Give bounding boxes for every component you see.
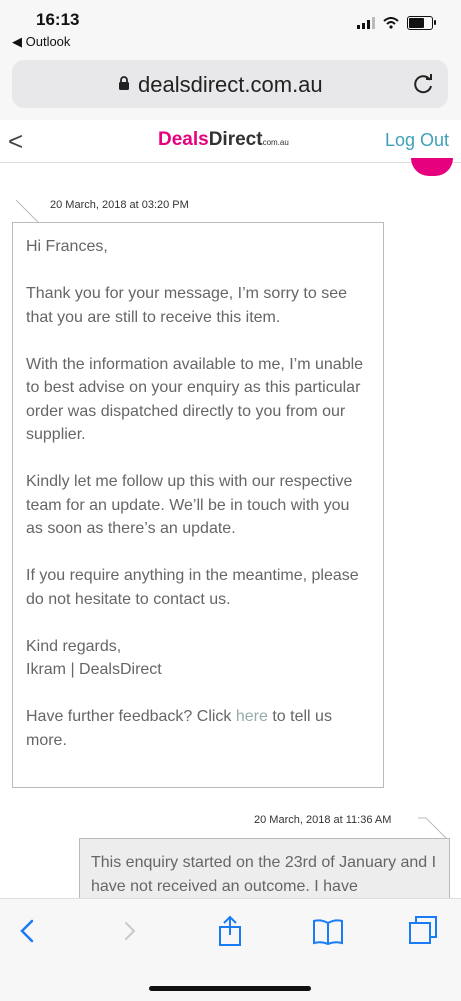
logout-link[interactable]: Log Out	[385, 130, 449, 151]
browser-address-area: dealsdirect.com.au	[0, 56, 461, 120]
message-paragraph: Kindly let me follow up this with our re…	[26, 473, 353, 537]
message-timestamp: 20 March, 2018 at 03:20 PM	[50, 199, 189, 211]
status-icons	[357, 16, 436, 30]
address-url: dealsdirect.com.au	[138, 72, 323, 97]
status-bar: 16:13 ◀ Outlook	[0, 0, 461, 56]
lock-icon	[119, 76, 129, 90]
message-body: This enquiry started on the 23rd of Janu…	[91, 854, 437, 895]
message-paragraph: Thank you for your message, I’m sorry to…	[26, 285, 348, 326]
site-header: < DealsDirectcom.au Log Out	[0, 120, 461, 163]
message-paragraph: Hi Frances,	[26, 238, 108, 255]
feedback-here-link[interactable]: here	[236, 708, 268, 725]
tabs-icon[interactable]	[408, 915, 440, 947]
address-bar[interactable]: dealsdirect.com.au	[12, 60, 448, 108]
support-message: Hi Frances, Thank you for your message, …	[12, 222, 384, 788]
message-tail	[16, 199, 39, 223]
message-paragraph: With the information available to me, I’…	[26, 355, 364, 444]
chat-bubble-icon	[411, 158, 453, 176]
home-indicator	[149, 986, 311, 991]
forward-icon[interactable]	[114, 915, 146, 947]
share-icon[interactable]	[214, 915, 246, 947]
message-signature: Ikram | DealsDirect	[26, 661, 162, 678]
battery-icon	[407, 16, 436, 30]
signal-icon	[357, 17, 375, 29]
feedback-line: Have further feedback? Click here to tel…	[26, 708, 332, 749]
message-body: Hi Frances, Thank you for your message, …	[26, 235, 370, 752]
message-paragraph: If you require anything in the meantime,…	[26, 567, 359, 608]
dealsdirect-logo[interactable]: DealsDirectcom.au	[158, 129, 289, 151]
reload-icon[interactable]	[412, 72, 436, 96]
back-to-app-link[interactable]: ◀ Outlook	[12, 34, 70, 50]
message-timestamp: 20 March, 2018 at 11:36 AM	[254, 814, 392, 826]
back-icon[interactable]	[12, 915, 44, 947]
browser-toolbar	[0, 898, 461, 1001]
status-time: 16:13	[36, 10, 80, 29]
bookmarks-icon[interactable]	[312, 915, 344, 947]
nav-back-button[interactable]: <	[8, 126, 23, 157]
message-signoff: Kind regards,	[26, 637, 122, 655]
wifi-icon	[383, 17, 399, 29]
